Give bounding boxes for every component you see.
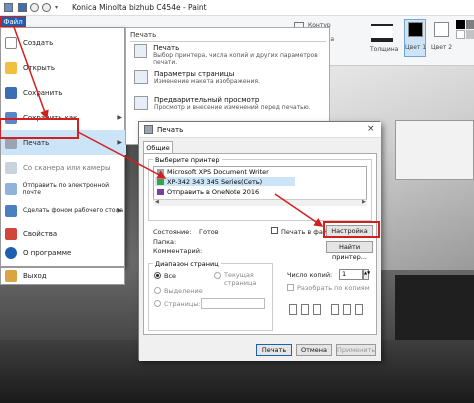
annotation-arrow bbox=[13, 26, 49, 120]
annotation-arrows bbox=[13, 26, 324, 227]
annotation-arrow bbox=[274, 193, 324, 227]
annotation-arrow bbox=[77, 131, 167, 179]
